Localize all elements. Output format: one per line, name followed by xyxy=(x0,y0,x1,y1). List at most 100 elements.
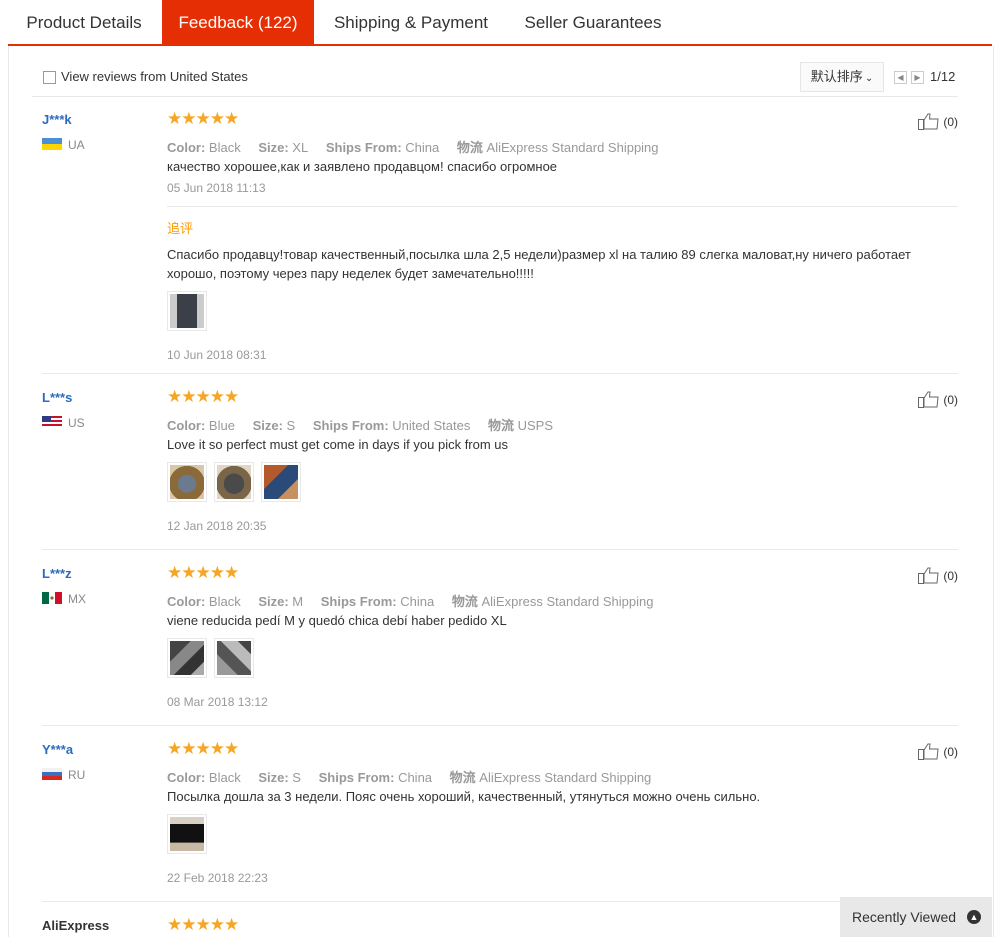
helpful-button[interactable]: (0) xyxy=(918,566,958,584)
thumbs-up-icon xyxy=(918,391,939,408)
ships-value: China xyxy=(398,770,433,785)
reviewer-name[interactable]: L***s xyxy=(42,390,72,405)
star-rating: ★★★★★ xyxy=(167,387,239,406)
country-code: MX xyxy=(68,592,86,606)
thumbs-up-icon xyxy=(918,113,939,130)
review-date: 12 Jan 2018 20:35 xyxy=(167,519,267,533)
review-divider xyxy=(42,373,958,374)
size-key: Size: xyxy=(252,418,283,433)
tab-product-details[interactable]: Product Details xyxy=(8,0,160,44)
review-divider xyxy=(42,725,958,726)
additional-feedback-text: Спасибо продавцу!товар качественный,посы… xyxy=(167,247,911,281)
color-key: Color: xyxy=(167,418,206,433)
logistics-value: USPS xyxy=(517,418,554,433)
color-value: Black xyxy=(208,770,241,785)
order-attributes: Color: Blue Size: S Ships From: United S… xyxy=(167,415,553,434)
chevron-down-icon: ⌄ xyxy=(864,73,874,84)
ships-value: China xyxy=(400,594,435,609)
logistics-value: AliExpress Standard Shipping xyxy=(486,140,659,155)
size-value: XL xyxy=(292,140,309,155)
reviewer-name[interactable]: L***z xyxy=(42,566,72,581)
us-reviews-label[interactable]: View reviews from United States xyxy=(61,69,248,84)
review-text: Love it so perfect must get come in days… xyxy=(167,437,509,452)
review-date: 22 Feb 2018 22:23 xyxy=(167,871,268,885)
review-text: Посылка дошла за 3 недели. Пояс очень хо… xyxy=(167,789,761,804)
additional-feedback-date: 10 Jun 2018 08:31 xyxy=(167,348,267,362)
country-code: RU xyxy=(68,768,86,782)
review-date: 08 Mar 2018 13:12 xyxy=(167,695,268,709)
review-photo[interactable] xyxy=(261,462,301,502)
reviewer-country: RU xyxy=(42,768,85,782)
divider xyxy=(167,206,958,207)
review-photo[interactable] xyxy=(167,814,207,854)
helpful-button[interactable]: (0) xyxy=(918,742,958,760)
color-key: Color: xyxy=(167,594,206,609)
additional-feedback-label: 追评 xyxy=(167,221,194,236)
tab-shipping-payment[interactable]: Shipping & Payment xyxy=(318,0,504,44)
color-key: Color: xyxy=(167,140,206,155)
review-item: Y***a RU ★★★★★ Color: Black Size: S Ship… xyxy=(32,739,958,902)
logistics-key: 物流 xyxy=(487,418,514,433)
review-divider xyxy=(42,549,958,550)
tab-seller-guarantees[interactable]: Seller Guarantees xyxy=(508,0,678,44)
ukraine-flag-icon xyxy=(42,138,62,150)
mexico-flag-icon xyxy=(42,592,62,604)
review-text: viene reducida pedí M y quedó chica debí… xyxy=(167,613,507,628)
star-rating: ★★★★★ xyxy=(167,918,239,934)
star-rating: ★★★★★ xyxy=(167,109,239,128)
order-attributes: Color: Black Size: M Ships From: China 物… xyxy=(167,591,653,610)
size-key: Size: xyxy=(258,140,289,155)
review-item: L***z MX ★★★★★ Color: Black Size: M Ship… xyxy=(32,563,958,726)
usa-flag-icon xyxy=(42,416,62,428)
prev-page-icon[interactable]: ◀ xyxy=(894,71,907,84)
us-reviews-checkbox[interactable] xyxy=(43,71,56,84)
helpful-count: (0) xyxy=(943,569,958,583)
reviewer-name[interactable]: J***k xyxy=(42,112,72,127)
review-photo[interactable] xyxy=(167,638,207,678)
reviewer-name[interactable]: AliExpress xyxy=(42,918,109,933)
russia-flag-icon xyxy=(42,768,62,780)
ships-key: Ships From: xyxy=(312,418,389,433)
reviewer-country: UA xyxy=(42,138,85,152)
reviewer-name[interactable]: Y***a xyxy=(42,742,73,757)
review-photo[interactable] xyxy=(167,462,207,502)
review-item: J***k UA ★★★★★ Color: Black Size: XL Shi… xyxy=(32,109,958,374)
helpful-button[interactable]: (0) xyxy=(918,112,958,130)
thumbs-up-icon xyxy=(918,743,939,760)
logistics-key: 物流 xyxy=(449,770,476,785)
sort-dropdown[interactable]: 默认排序 ⌄ xyxy=(800,62,884,92)
page-indicator: 1/12 xyxy=(930,69,956,84)
review-photo[interactable] xyxy=(167,291,207,331)
recently-viewed-button[interactable]: Recently Viewed ▲ xyxy=(840,897,992,937)
size-value: S xyxy=(286,418,296,433)
star-rating: ★★★★★ xyxy=(167,563,239,582)
size-value: M xyxy=(292,594,304,609)
review-item: AliExpress ★★★★★ xyxy=(32,918,958,937)
ships-key: Ships From: xyxy=(325,140,402,155)
color-value: Blue xyxy=(208,418,235,433)
logistics-key: 物流 xyxy=(456,140,483,155)
review-photo[interactable] xyxy=(214,638,254,678)
logistics-key: 物流 xyxy=(451,594,478,609)
review-photo[interactable] xyxy=(214,462,254,502)
order-attributes: Color: Black Size: XL Ships From: China … xyxy=(167,137,659,156)
tab-bar: Product Details Feedback (122) Shipping … xyxy=(8,0,992,46)
reviewer-country: US xyxy=(42,416,85,430)
ships-key: Ships From: xyxy=(320,594,397,609)
tab-feedback[interactable]: Feedback (122) xyxy=(162,0,314,44)
star-rating: ★★★★★ xyxy=(167,739,239,758)
sort-label: 默认排序 xyxy=(810,69,863,84)
color-value: Black xyxy=(208,594,241,609)
review-divider xyxy=(42,901,958,902)
helpful-button[interactable]: (0) xyxy=(918,390,958,408)
size-value: S xyxy=(292,770,301,785)
ships-value: United States xyxy=(392,418,471,433)
color-key: Color: xyxy=(167,770,206,785)
ships-value: China xyxy=(405,140,440,155)
size-key: Size: xyxy=(258,594,289,609)
next-page-icon[interactable]: ▶ xyxy=(911,71,924,84)
review-item: L***s US ★★★★★ Color: Blue Size: S Ships… xyxy=(32,387,958,550)
chevron-up-icon: ▲ xyxy=(967,910,981,924)
review-text: качество хорошее,как и заявлено продавцо… xyxy=(167,159,558,174)
country-code: UA xyxy=(68,138,85,152)
